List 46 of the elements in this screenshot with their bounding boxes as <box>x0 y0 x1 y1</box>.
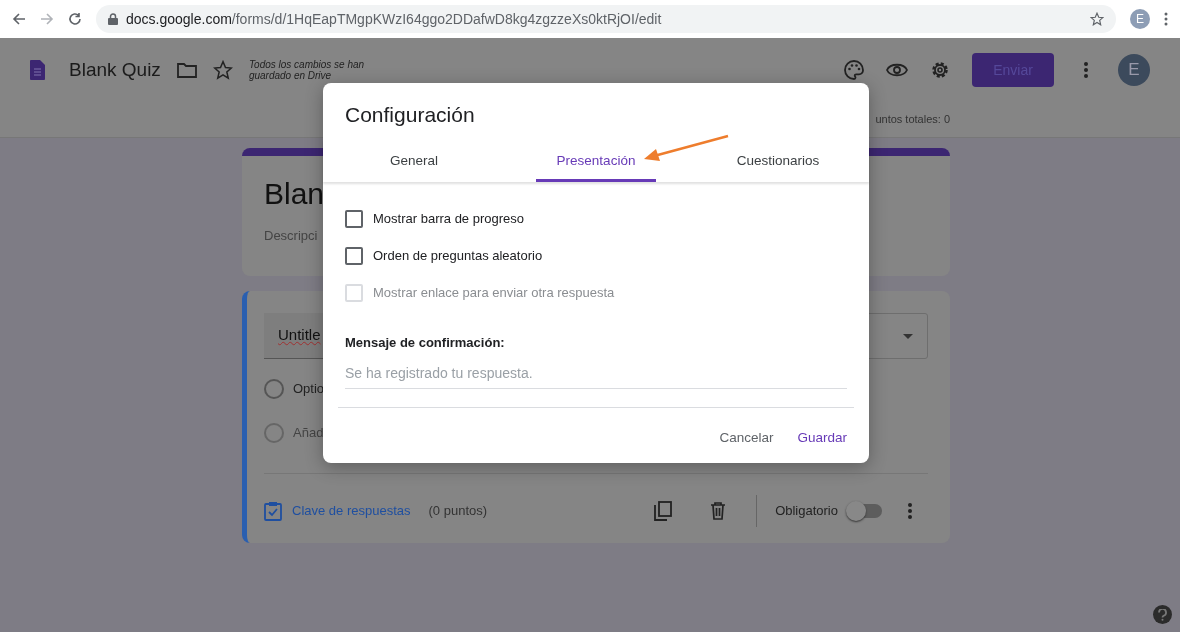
radio-icon <box>264 379 284 399</box>
checkbox-label: Mostrar enlace para enviar otra respuesta <box>373 283 615 302</box>
add-option-text[interactable]: Añad <box>293 423 324 443</box>
trash-icon[interactable] <box>710 501 727 520</box>
more-icon[interactable] <box>908 502 912 519</box>
confirmation-label: Mensaje de confirmación: <box>345 334 506 352</box>
more-icon[interactable] <box>1084 62 1088 78</box>
checkbox[interactable] <box>345 209 363 228</box>
option-text[interactable]: Optio <box>293 379 325 399</box>
required-label: Obligatorio <box>775 501 838 520</box>
folder-icon[interactable] <box>176 62 197 78</box>
profile-avatar[interactable]: E <box>1130 9 1150 29</box>
form-description: Descripci <box>264 227 319 245</box>
settings-tab[interactable]: General <box>323 140 505 182</box>
palette-icon[interactable] <box>844 60 864 80</box>
required-toggle[interactable] <box>848 503 882 518</box>
question-points: (0 puntos) <box>428 501 488 520</box>
checkbox-label: Mostrar barra de progreso <box>373 209 524 228</box>
settings-icon[interactable] <box>930 60 950 80</box>
address-bar[interactable]: docs.google.com/forms/d/1HqEapTMgpKWzI64ggo2DDafwD8kg4zgzzeXs0ktRjOI/edit <box>96 5 1116 33</box>
clipboard-check-icon[interactable] <box>264 500 282 521</box>
copy-icon[interactable] <box>654 500 673 521</box>
form-title-heading: Blan <box>264 176 326 212</box>
lock-icon <box>108 13 118 25</box>
star-icon[interactable] <box>1090 12 1104 26</box>
dialog-title: Configuración <box>344 102 476 128</box>
star-icon[interactable] <box>212 60 233 80</box>
help-icon[interactable] <box>1153 605 1172 624</box>
document-icon[interactable] <box>30 60 45 80</box>
radio-icon <box>264 423 284 443</box>
caret-icon <box>903 333 913 339</box>
back-icon[interactable] <box>12 12 26 26</box>
eye-icon[interactable] <box>886 63 908 77</box>
save-button[interactable]: Guardar <box>789 421 855 454</box>
checkbox-label: Orden de preguntas aleatorio <box>373 246 543 265</box>
question-title-field[interactable]: Untitle <box>264 313 324 359</box>
more-icon[interactable] <box>1164 12 1168 26</box>
reload-icon[interactable] <box>68 12 82 26</box>
cancel-button[interactable]: Cancelar <box>711 421 782 454</box>
total-points: untos totales: 0 <box>875 112 950 128</box>
checkbox[interactable] <box>345 246 363 265</box>
form-title[interactable]: Blank Quiz <box>69 55 161 85</box>
save-status: Todos los cambios se han guardado en Drive <box>248 58 366 82</box>
account-avatar[interactable]: E <box>1118 54 1150 86</box>
settings-tab[interactable]: Cuestionarios <box>687 140 869 182</box>
url-text: docs.google.com/forms/d/1HqEapTMgpKWzI64ggo2DDafwD8kg4zgzzeXs0ktRjOI/edit <box>126 9 662 29</box>
